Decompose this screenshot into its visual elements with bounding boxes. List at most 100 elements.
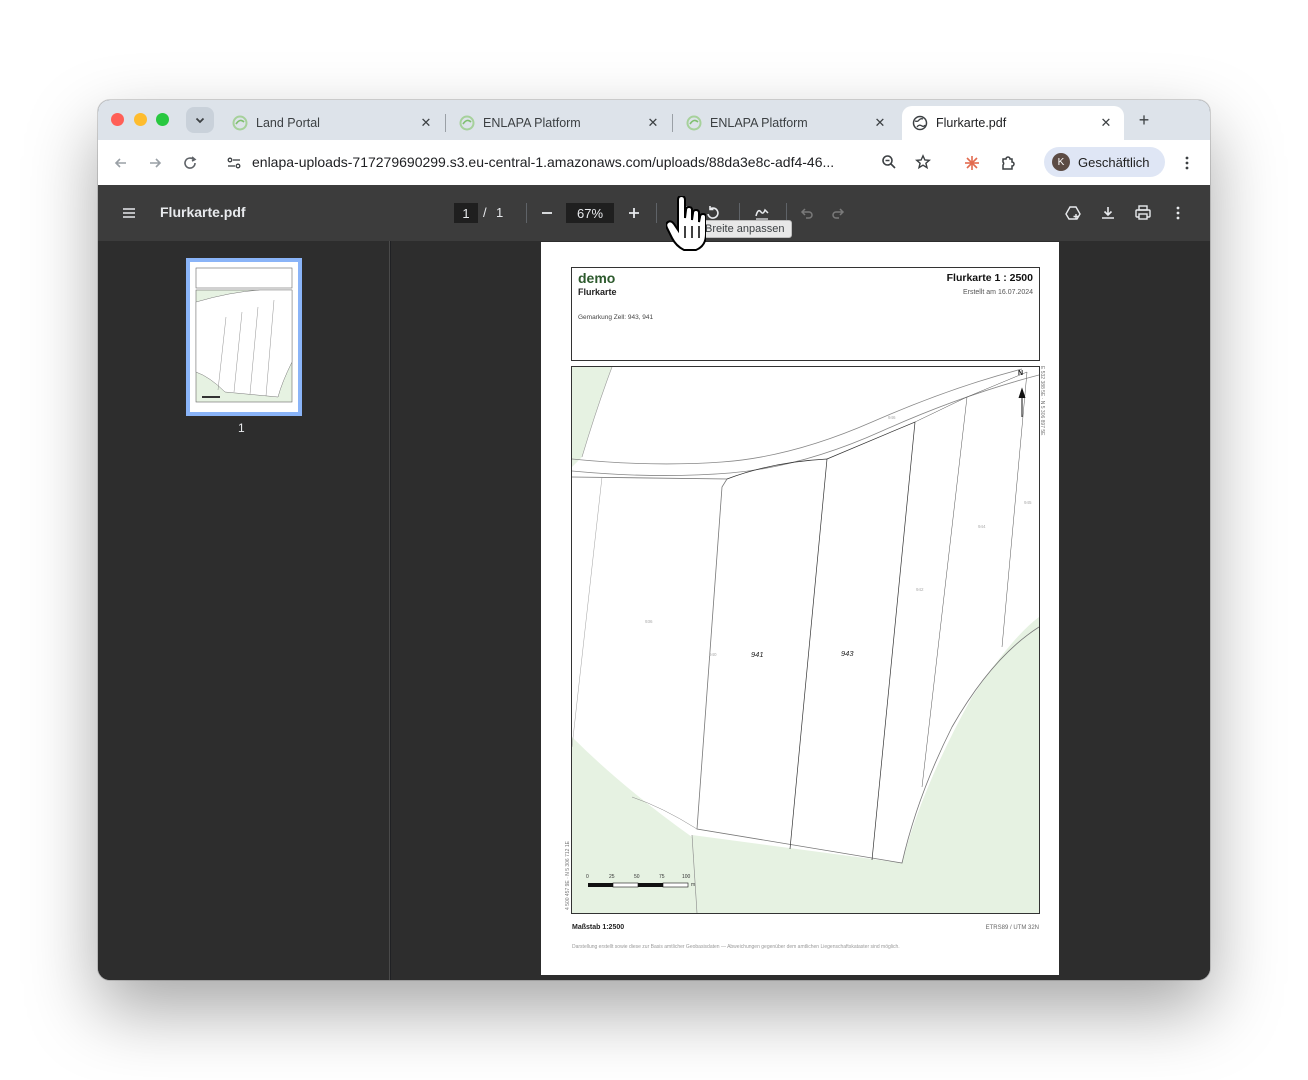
document-gemarkung: Gemarkung Zell: 943, 941 <box>578 314 654 321</box>
scale-tick: 75 <box>659 874 665 880</box>
download-button[interactable] <box>1096 201 1120 225</box>
profile-chip[interactable]: K Geschäftlich <box>1044 147 1165 177</box>
scale-tick: 100 <box>682 874 691 880</box>
page-number-input[interactable]: 1 <box>454 203 478 223</box>
undo-button[interactable] <box>795 201 819 225</box>
document-title: Flurkarte 1 : 2500 <box>946 272 1033 284</box>
url-text[interactable]: enlapa-uploads-717279690299.s3.eu-centra… <box>252 154 872 170</box>
more-vert-icon <box>1176 206 1180 220</box>
tab-land-portal[interactable]: Land Portal ✕ <box>222 106 444 140</box>
minus-icon <box>542 212 552 214</box>
browser-toolbar: enlapa-uploads-717279690299.s3.eu-centra… <box>98 140 1210 185</box>
redo-button[interactable] <box>826 201 850 225</box>
document-viewer: demo Flurkarte Flurkarte 1 : 2500 Erstel… <box>391 241 1210 980</box>
north-label: N <box>1018 370 1024 377</box>
close-icon[interactable]: ✕ <box>872 115 888 131</box>
address-bar[interactable]: enlapa-uploads-717279690299.s3.eu-centra… <box>218 147 950 178</box>
tab-separator <box>672 114 673 132</box>
cadastral-map: N 941 943 936 940 942 944 945 946 0 25 5… <box>571 366 1040 914</box>
tab-separator <box>445 114 446 132</box>
tab-flurkarte-pdf[interactable]: Flurkarte.pdf ✕ <box>902 106 1124 140</box>
page-thumbnail[interactable] <box>186 258 302 416</box>
page-separator: / <box>483 205 487 220</box>
footnote: Darstellung erstellt sowie diese zur Bas… <box>572 944 900 950</box>
globe-icon <box>912 115 928 131</box>
close-window-button[interactable] <box>111 113 124 126</box>
toolbar-divider <box>656 203 657 223</box>
pdf-file-name: Flurkarte.pdf <box>160 204 246 220</box>
extension-button[interactable] <box>959 150 985 176</box>
profile-label: Geschäftlich <box>1078 154 1150 170</box>
coordinate-right: E 532 388 5E · N 5 306 897 5E <box>1039 366 1045 436</box>
parcel-label-minor: 944 <box>978 524 986 529</box>
tab-enlapa-platform-1[interactable]: ENLAPA Platform ✕ <box>449 106 671 140</box>
browser-window: Land Portal ✕ ENLAPA Platform ✕ ENLAPA P… <box>98 100 1210 980</box>
pdf-more-button[interactable] <box>1166 201 1190 225</box>
pdf-page: demo Flurkarte Flurkarte 1 : 2500 Erstel… <box>541 242 1059 975</box>
forward-button[interactable] <box>142 150 168 176</box>
zoom-in-button[interactable] <box>622 201 646 225</box>
parcel-label-minor: 940 <box>709 652 717 657</box>
redo-icon <box>832 208 845 219</box>
hand-cursor-icon <box>666 196 706 251</box>
menu-icon <box>123 208 135 218</box>
tab-search-button[interactable] <box>186 107 214 133</box>
scale-tick: 0 <box>586 874 589 880</box>
crs-label: ETRS89 / UTM 32N <box>985 925 1039 931</box>
maximize-window-button[interactable] <box>156 113 169 126</box>
extensions-button[interactable] <box>995 150 1021 176</box>
zoom-out-button[interactable] <box>535 201 559 225</box>
plus-icon: + <box>1138 109 1150 130</box>
thumbnail-page-number: 1 <box>238 421 245 435</box>
thumbnail-sidebar: 1 <box>98 241 390 980</box>
toolbar-divider <box>526 203 527 223</box>
parcel-label-minor: 945 <box>1024 500 1032 505</box>
close-icon[interactable]: ✕ <box>645 115 661 131</box>
pdf-toolbar: Flurkarte.pdf 1 / 1 67% Breite anpassen <box>98 185 1210 241</box>
tab-enlapa-platform-2[interactable]: ENLAPA Platform ✕ <box>676 106 898 140</box>
scale-tick: 50 <box>634 874 640 880</box>
tab-label: ENLAPA Platform <box>710 116 808 130</box>
scale-label: Maßstab 1:2500 <box>572 924 625 931</box>
zoom-icon <box>882 155 896 169</box>
drive-add-icon <box>1065 206 1081 220</box>
site-settings-icon[interactable] <box>224 153 244 173</box>
more-vert-icon <box>1185 156 1189 170</box>
save-to-drive-button[interactable] <box>1061 201 1085 225</box>
reload-icon <box>184 156 197 169</box>
back-button[interactable] <box>108 150 134 176</box>
map-drawing <box>572 367 1039 913</box>
sparkle-icon <box>965 156 979 170</box>
parcel-label-943: 943 <box>841 649 854 658</box>
page-total: 1 <box>496 205 504 220</box>
parcel-label-minor: 942 <box>916 587 924 592</box>
print-button[interactable] <box>1131 201 1155 225</box>
tab-label: Land Portal <box>256 116 320 130</box>
zoom-input[interactable]: 67% <box>566 203 614 223</box>
chevron-down-icon <box>195 117 205 124</box>
tab-label: ENLAPA Platform <box>483 116 581 130</box>
parcel-label-minor: 946 <box>888 415 896 420</box>
scale-tick: 25 <box>609 874 615 880</box>
coordinate-left: 4 500 457 9E · N 5 306 712 1E <box>565 841 571 910</box>
scale-unit: m <box>691 882 696 888</box>
enlapa-icon <box>686 115 702 131</box>
bookmark-button[interactable] <box>910 149 936 175</box>
undo-icon <box>800 208 813 219</box>
parcel-label-minor: 936 <box>645 619 653 624</box>
new-tab-button[interactable]: + <box>1132 108 1156 132</box>
document-date: Erstellt am 16.07.2024 <box>962 289 1033 296</box>
close-icon[interactable]: ✕ <box>418 115 434 131</box>
sidebar-menu-button[interactable] <box>117 201 141 225</box>
minimize-window-button[interactable] <box>134 113 147 126</box>
document-org: demo <box>578 270 616 286</box>
close-icon[interactable]: ✕ <box>1098 115 1114 131</box>
document-subtitle: Flurkarte <box>578 287 617 297</box>
zoom-button[interactable] <box>876 149 902 175</box>
thumbnail-preview <box>195 267 293 403</box>
reload-button[interactable] <box>177 150 203 176</box>
tab-strip: Land Portal ✕ ENLAPA Platform ✕ ENLAPA P… <box>98 100 1210 140</box>
star-icon <box>915 154 931 170</box>
browser-menu-button[interactable] <box>1174 150 1200 176</box>
puzzle-icon <box>1002 156 1015 170</box>
